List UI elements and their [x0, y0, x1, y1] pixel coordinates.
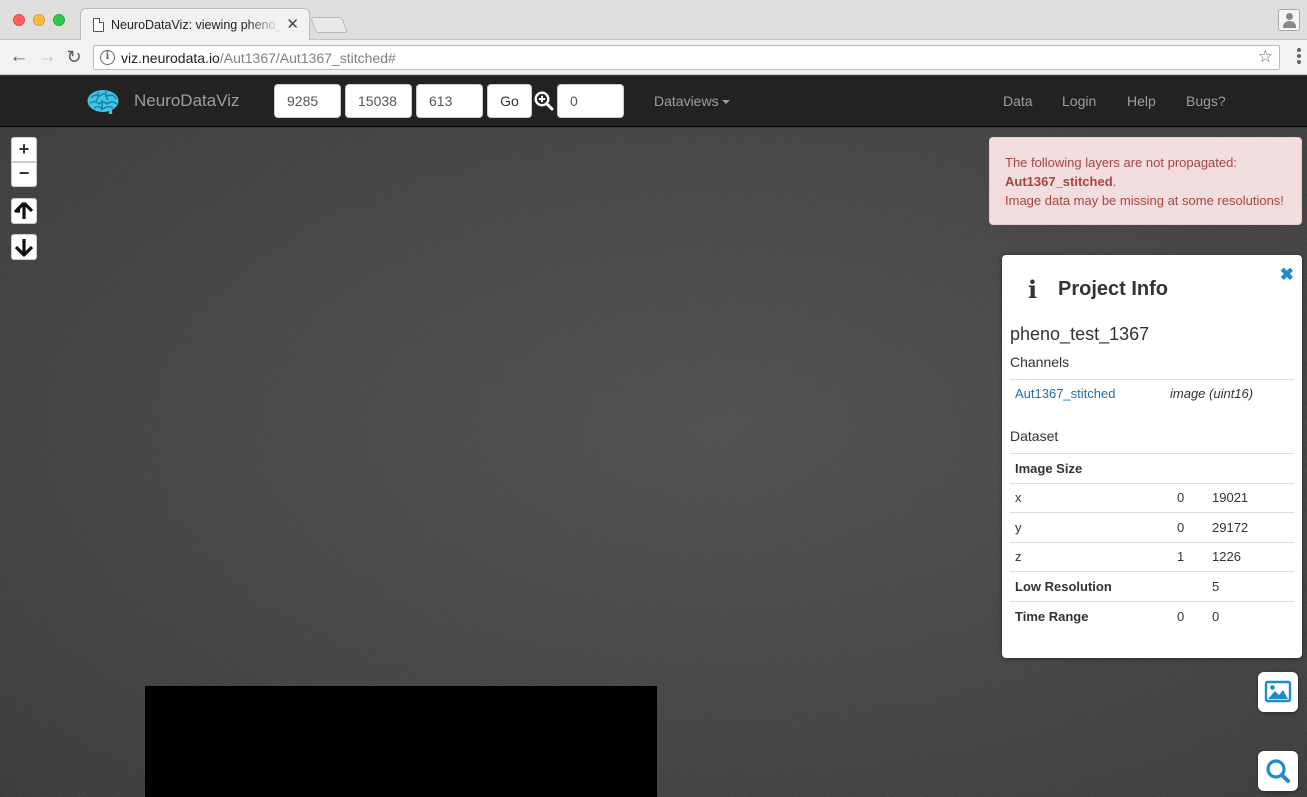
arrow-down-icon — [14, 239, 34, 257]
dim-max: 19021 — [1207, 482, 1294, 513]
browser-menu-icon[interactable] — [1297, 48, 1303, 66]
panel-title: Project Info — [1058, 278, 1169, 300]
tab-close-icon[interactable]: ✕ — [286, 15, 299, 33]
time-range-text: Time Range — [1015, 608, 1089, 624]
low-resolution-value: 5 — [1207, 571, 1294, 601]
window-maximize-button[interactable] — [53, 14, 65, 26]
window-minimize-button[interactable] — [33, 14, 45, 26]
site-info-icon[interactable]: i — [100, 50, 115, 65]
zoom-in-button[interactable]: + — [11, 137, 37, 162]
page-icon — [93, 18, 104, 32]
go-button[interactable]: Go — [487, 84, 532, 118]
channel-type-text: image (uint16) — [1170, 385, 1254, 401]
image-size-label: Image Size — [1010, 453, 1294, 483]
address-bar[interactable]: i viz.neurodata.io/Aut1367/Aut1367_stitc… — [93, 45, 1280, 70]
alert-period: . — [1112, 174, 1117, 189]
app-navbar: NeuroDataViz Go Dataviews Data Login Hel… — [0, 76, 1307, 127]
tab-title: NeuroDataViz: viewing pheno_test_1367 — [111, 18, 281, 32]
slice-down-button[interactable] — [11, 234, 37, 260]
dim-min: 1 — [1172, 541, 1207, 572]
dataset-table: Image Size x 0 19021 y 0 29172 z 1 1226 … — [1010, 453, 1294, 631]
low-resolution-label: Low Resolution — [1010, 571, 1207, 601]
search-button[interactable] — [1258, 751, 1298, 791]
dataviews-label: Dataviews — [654, 93, 719, 109]
window-close-button[interactable] — [13, 14, 25, 26]
close-panel-icon[interactable]: ✖ — [1280, 265, 1294, 285]
url-host: viz.neurodata.io — [121, 50, 220, 66]
brain-logo-icon[interactable] — [86, 88, 120, 114]
table-row: Image Size — [1010, 453, 1294, 483]
nav-link-login[interactable]: Login — [1062, 93, 1096, 109]
url-path: /Aut1367/Aut1367_stitched# — [219, 50, 396, 66]
caret-down-icon — [721, 100, 730, 105]
nav-link-help[interactable]: Help — [1127, 93, 1156, 109]
channels-heading: Channels — [1010, 354, 1070, 370]
bookmark-star-icon[interactable]: ☆ — [1258, 47, 1273, 67]
search-icon — [1266, 759, 1290, 783]
info-icon: i — [1028, 275, 1038, 304]
slice-up-button[interactable] — [11, 198, 37, 224]
time-range-min: 0 — [1172, 600, 1207, 631]
brand-name[interactable]: NeuroDataViz — [134, 91, 240, 111]
table-row: Low Resolution 5 — [1010, 571, 1294, 601]
project-info-panel: ✖ i Project Info pheno_test_1367 Channels… — [1002, 255, 1302, 658]
dataset-heading: Dataset — [1010, 428, 1059, 444]
zoom-in-icon — [534, 91, 554, 111]
channel-name[interactable]: Aut1367_stitched — [1015, 386, 1115, 401]
channels-table: Aut1367_stitched image (uint16) — [1010, 379, 1294, 407]
image-size-text: Image Size — [1015, 460, 1083, 476]
layers-button[interactable] — [1258, 672, 1298, 712]
project-name: pheno_test_1367 — [1010, 324, 1150, 344]
x-coordinate-input[interactable] — [274, 84, 341, 118]
zoom-out-button[interactable]: − — [11, 162, 37, 187]
z-coordinate-input[interactable] — [416, 84, 483, 118]
low-resolution-text: Low Resolution — [1015, 578, 1112, 594]
dataviews-dropdown[interactable]: Dataviews — [654, 93, 730, 109]
alert-line-1: The following layers are not propagated: — [1005, 155, 1237, 170]
arrow-up-icon — [14, 201, 34, 219]
table-row: z 1 1226 — [1010, 541, 1294, 572]
table-row: Aut1367_stitched image (uint16) — [1010, 379, 1294, 407]
new-tab-button[interactable] — [310, 17, 348, 33]
url-text[interactable]: viz.neurodata.io/Aut1367/Aut1367_stitche… — [121, 50, 396, 66]
dim-max: 29172 — [1207, 512, 1294, 542]
dim-min: 0 — [1172, 512, 1207, 542]
alert-layer-name: Aut1367_stitched — [1005, 174, 1113, 189]
missing-image-tile — [145, 686, 657, 797]
dim-axis: y — [1010, 512, 1172, 542]
channel-type: image (uint16) — [1165, 379, 1294, 407]
time-range-max: 0 — [1207, 600, 1294, 631]
nav-link-bugs[interactable]: Bugs? — [1186, 93, 1226, 109]
dim-max: 1226 — [1207, 541, 1294, 572]
browser-tab-active[interactable]: NeuroDataViz: viewing pheno_test_1367 ✕ — [80, 8, 310, 41]
table-row: y 0 29172 — [1010, 512, 1294, 542]
y-coordinate-input[interactable] — [345, 84, 412, 118]
time-range-label: Time Range — [1010, 600, 1172, 631]
alert-line-3: Image data may be missing at some resolu… — [1005, 193, 1284, 208]
dim-min: 0 — [1172, 482, 1207, 513]
resolution-input[interactable] — [557, 84, 624, 118]
nav-link-data[interactable]: Data — [1003, 93, 1033, 109]
dim-axis: z — [1010, 541, 1172, 572]
back-arrow-icon[interactable]: ← — [8, 46, 30, 68]
table-row: x 0 19021 — [1010, 482, 1294, 513]
dim-axis: x — [1010, 482, 1172, 513]
propagation-warning-alert: The following layers are not propagated:… — [989, 137, 1302, 225]
browser-tabstrip: NeuroDataViz: viewing pheno_test_1367 ✕ — [0, 0, 1307, 41]
forward-arrow-icon[interactable]: → — [36, 46, 58, 68]
profile-icon[interactable] — [1278, 9, 1300, 31]
panel-header: i Project Info — [1028, 275, 1168, 305]
browser-toolbar: ← → ↻ i viz.neurodata.io/Aut1367/Aut1367… — [0, 40, 1307, 75]
table-row: Time Range 0 0 — [1010, 600, 1294, 631]
alert-line-2: Aut1367_stitched. — [1005, 172, 1286, 191]
reload-icon[interactable]: ↻ — [63, 46, 85, 68]
image-icon — [1264, 680, 1292, 703]
channel-name-link[interactable]: Aut1367_stitched — [1010, 379, 1165, 407]
